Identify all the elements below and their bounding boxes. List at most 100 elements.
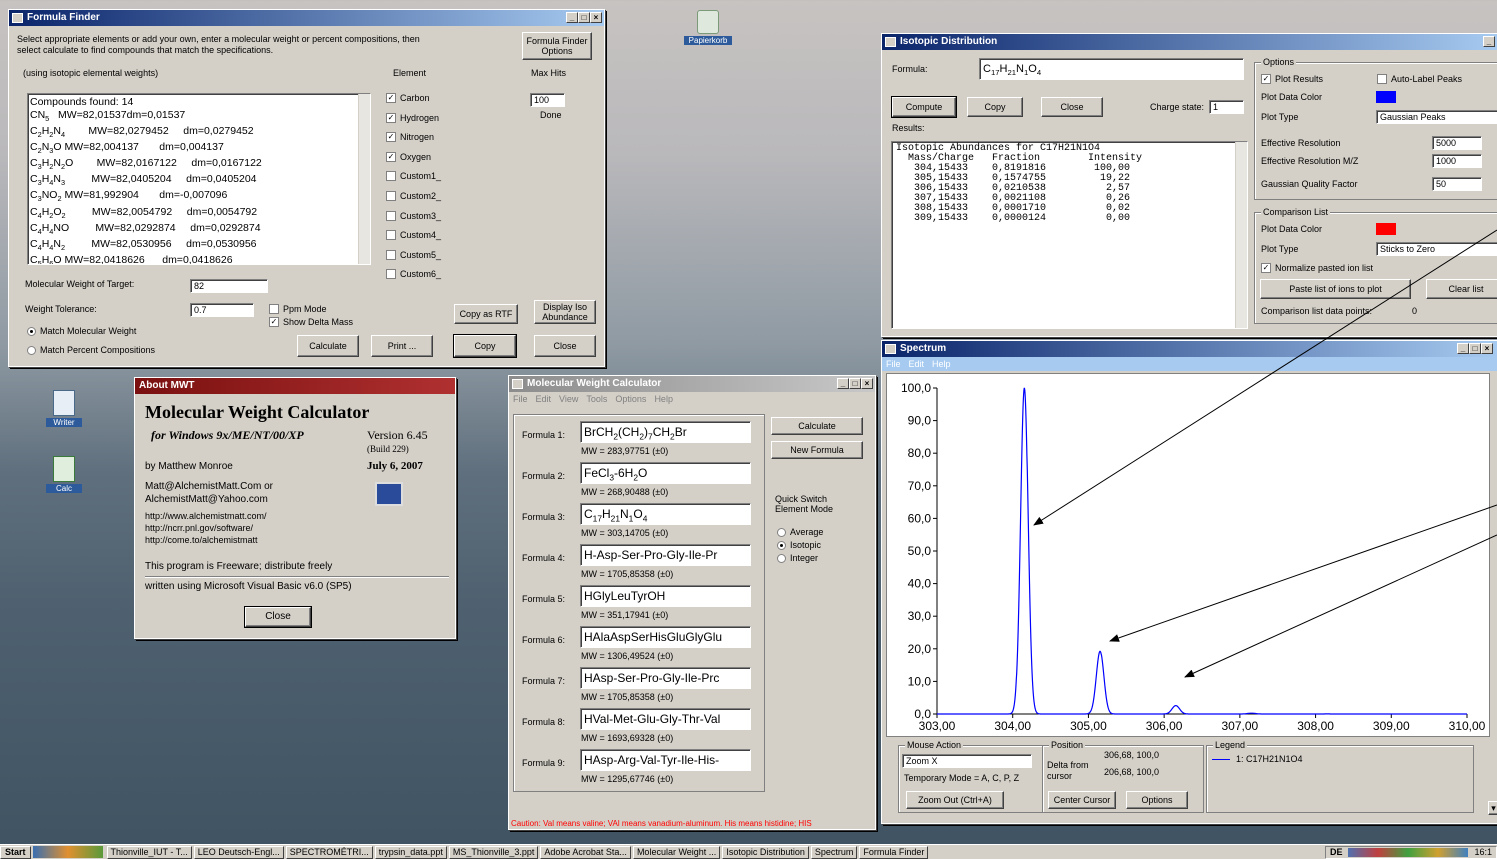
taskbar-button[interactable]: SPECTROMÉTRI... — [285, 845, 373, 859]
plot-color-swatch[interactable] — [1376, 91, 1396, 103]
element-checkbox[interactable]: ✓ Hydrogen — [386, 112, 439, 123]
gqf-input[interactable]: 50 — [1432, 177, 1482, 191]
iso-copy-button[interactable]: Copy — [967, 97, 1023, 117]
center-cursor-button[interactable]: Center Cursor — [1048, 791, 1116, 809]
formula-input[interactable]: FeCl3-6H2O — [580, 462, 751, 484]
max-hits-input[interactable]: 100 — [530, 93, 565, 107]
about-close-button[interactable]: Close — [244, 606, 312, 628]
new-formula-button[interactable]: New Formula — [771, 441, 863, 459]
title-bar[interactable]: Formula Finder _ □ × — [9, 10, 604, 26]
copy-button[interactable]: Copy — [453, 334, 517, 358]
plot-area[interactable]: 0,0 10,0 20,0 30,0 40,0 50,0 60,0 70,0 80,0 90,0 1… — [886, 373, 1490, 737]
calculate-button[interactable]: Calculate — [297, 335, 359, 357]
cmp-type-select[interactable]: Sticks to Zero — [1376, 242, 1497, 256]
eff-res-input[interactable]: 5000 — [1432, 136, 1482, 150]
menu-item[interactable]: Help — [654, 394, 673, 404]
taskbar-button[interactable]: Isotopic Distribution — [722, 845, 809, 859]
result-line[interactable]: C5H6O MW=82,0418626 dm=0,0418626 — [30, 254, 356, 264]
formula-input[interactable]: BrCH2(CH2)7CH2Br — [580, 421, 751, 443]
taskbar-button[interactable]: trypsin_data.ppt — [374, 845, 447, 859]
menu-item[interactable]: Help — [932, 359, 951, 369]
minimize-icon[interactable]: _ — [1457, 343, 1469, 354]
menu-item[interactable]: File — [886, 359, 901, 369]
print-button[interactable]: Print ... — [371, 335, 433, 357]
desktop-icon-calc[interactable]: Calc — [46, 456, 82, 493]
formula-input[interactable]: HGlyLeuTyrOH — [580, 585, 751, 607]
language-indicator[interactable]: DE — [1330, 847, 1343, 857]
taskbar-button[interactable]: Formula Finder — [859, 845, 929, 859]
result-line[interactable]: C2N3O MW=82,004137 dm=0,004137 — [30, 141, 356, 157]
maximize-icon[interactable]: □ — [578, 12, 590, 23]
formula-input[interactable]: HVal-Met-Glu-Gly-Thr-Val — [580, 708, 751, 730]
compute-button[interactable]: Compute — [891, 96, 957, 118]
element-checkbox[interactable]: ✓ Carbon — [386, 93, 430, 103]
paste-ions-button[interactable]: Paste list of ions to plot — [1260, 279, 1411, 299]
minimize-icon[interactable]: _ — [1483, 36, 1495, 47]
result-line[interactable]: C4H4N2 MW=82,0530956 dm=0,0530956 — [30, 238, 356, 254]
menu-item[interactable]: Options — [615, 394, 646, 404]
formula-input[interactable]: H-Asp-Ser-Pro-Gly-Ile-Pr — [580, 544, 751, 566]
element-checkbox[interactable]: ✓ Oxygen — [386, 151, 431, 162]
element-checkbox[interactable]: ✓ Nitrogen — [386, 132, 434, 143]
menu-item[interactable]: View — [559, 394, 578, 404]
result-line[interactable]: CN5 MW=82,01537dm=0,01537 — [30, 109, 356, 125]
title-bar[interactable]: Spectrum _ □ × — [882, 341, 1497, 357]
taskbar-button[interactable]: Adobe Acrobat Sta... — [540, 845, 631, 859]
result-line[interactable]: C3H4N3 MW=82,0405204 dm=0,0405204 — [30, 173, 356, 189]
taskbar-button[interactable]: Molecular Weight ... — [632, 845, 721, 859]
mouse-action-select[interactable]: Zoom X — [902, 754, 1032, 768]
title-bar[interactable]: Isotopic Distribution _ — [882, 34, 1497, 50]
mw-target-input[interactable]: 82 — [190, 279, 268, 293]
title-bar[interactable]: Molecular Weight Calculator _ □ × — [509, 376, 875, 392]
iso-close-button[interactable]: Close — [1041, 97, 1103, 117]
minimize-icon[interactable]: _ — [566, 12, 578, 23]
match-percent-radio[interactable]: Match Percent Compositions — [27, 345, 155, 355]
results-list[interactable]: Compounds found: 14 CN5 MW=82,01537dm=0,0… — [27, 93, 371, 265]
result-line[interactable]: Compounds found: 14 — [30, 96, 356, 109]
mwc-calculate-button[interactable]: Calculate — [771, 417, 863, 435]
spectrum-options-button[interactable]: Options — [1126, 791, 1188, 809]
ppm-mode-checkbox[interactable]: Ppm Mode — [269, 304, 327, 314]
element-checkbox[interactable]: Custom6_ — [386, 269, 441, 280]
formula-finder-options-button[interactable]: Formula Finder Options — [522, 32, 592, 60]
scrollbar[interactable] — [1235, 142, 1247, 328]
element-checkbox[interactable]: Custom1_ — [386, 171, 441, 182]
result-line[interactable]: C3NO2 MW=81,992904 dm=-0,007096 — [30, 189, 356, 205]
display-iso-button[interactable]: Display Iso Abundance — [534, 300, 596, 324]
menu-item[interactable]: Edit — [536, 394, 552, 404]
scrollbar[interactable] — [358, 94, 370, 264]
clear-list-button[interactable]: Clear list — [1426, 279, 1497, 299]
tolerance-input[interactable]: 0.7 — [190, 303, 254, 317]
normalize-checkbox[interactable]: ✓ Normalize pasted ion list — [1261, 263, 1373, 273]
formula-input[interactable]: HAsp-Arg-Val-Tyr-Ile-His- — [580, 749, 751, 771]
title-bar[interactable]: About MWT — [135, 378, 455, 394]
taskbar-button[interactable]: LEO Deutsch-Engl... — [193, 845, 284, 859]
result-line[interactable]: C4H2O2 MW=82,0054792 dm=0,0054792 — [30, 206, 356, 222]
plot-type-select[interactable]: Gaussian Peaks — [1376, 110, 1497, 124]
iso-formula-input[interactable]: C17H21N1O4 — [979, 58, 1244, 80]
menu-item[interactable]: Edit — [909, 359, 925, 369]
taskbar-button[interactable]: Thionville_IUT - T... — [106, 845, 192, 859]
about-url3[interactable]: http://come.to/alchemistmatt — [145, 535, 258, 545]
show-delta-checkbox[interactable]: ✓ Show Delta Mass — [269, 317, 353, 327]
result-line[interactable]: C2H2N4 MW=82,0279452 dm=0,0279452 — [30, 125, 356, 141]
start-button[interactable]: Start — [0, 845, 31, 859]
close-icon[interactable]: × — [861, 378, 873, 389]
mode-isotopic-radio[interactable]: Isotopic — [777, 540, 821, 550]
taskbar-button[interactable]: Spectrum — [810, 845, 858, 859]
about-url2[interactable]: http://ncrr.pnl.gov/software/ — [145, 523, 253, 533]
formula-input[interactable]: HAlaAspSerHisGluGlyGlu — [580, 626, 751, 648]
charge-input[interactable]: 1 — [1209, 100, 1244, 114]
formula-input[interactable]: HAsp-Ser-Pro-Gly-Ile-Prc — [580, 667, 751, 689]
element-checkbox[interactable]: Custom5_ — [386, 249, 441, 260]
element-checkbox[interactable]: Custom3_ — [386, 210, 441, 221]
result-line[interactable]: C3H2N2O MW=82,0167122 dm=0,0167122 — [30, 157, 356, 173]
maximize-icon[interactable]: □ — [1469, 343, 1481, 354]
close-icon[interactable]: × — [1481, 343, 1493, 354]
zoom-out-button[interactable]: Zoom Out (Ctrl+A) — [906, 791, 1004, 809]
minimize-icon[interactable]: _ — [837, 378, 849, 389]
match-mw-radio[interactable]: Match Molecular Weight — [27, 326, 136, 336]
auto-label-checkbox[interactable]: Auto-Label Peaks — [1377, 74, 1462, 84]
about-url1[interactable]: http://www.alchemistmatt.com/ — [145, 511, 267, 521]
mode-integer-radio[interactable]: Integer — [777, 553, 818, 563]
